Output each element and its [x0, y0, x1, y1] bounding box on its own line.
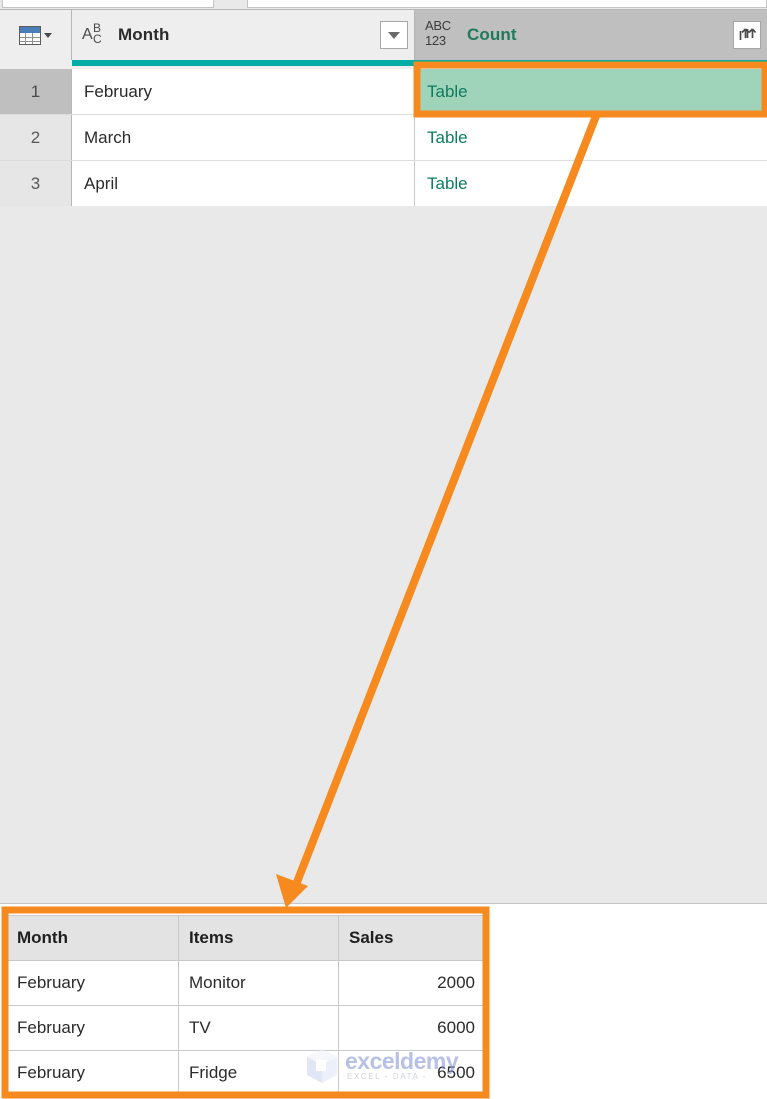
column-header-month[interactable]: ABC Month — [72, 10, 415, 60]
query-preview-grid: ABC Month ABC 123 Count 1 February Table… — [0, 9, 767, 207]
expand-columns-icon — [739, 28, 756, 40]
abc123-any-type-icon: ABC 123 — [425, 18, 451, 48]
result-cell-sales: 2000 — [338, 960, 486, 1006]
quality-bar-month — [72, 60, 415, 66]
result-preview-panel: Month Items Sales February Monitor 2000 … — [0, 903, 767, 1099]
result-table-row: February TV 6000 — [6, 1005, 486, 1051]
cell-month[interactable]: April — [72, 161, 415, 206]
cell-month[interactable]: March — [72, 115, 415, 160]
grid-body: 1 February Table 2 March Table 3 April T… — [0, 69, 767, 207]
cell-month[interactable]: February — [72, 69, 415, 114]
abc-text-type-icon: ABC — [82, 21, 102, 46]
cell-count-table-link[interactable]: Table — [415, 161, 767, 206]
result-cell-month: February — [6, 1005, 179, 1051]
quality-bar-count — [415, 60, 767, 66]
cell-count-table-link[interactable]: Table — [415, 115, 767, 160]
table-row[interactable]: 2 March Table — [0, 115, 767, 161]
result-table: Month Items Sales February Monitor 2000 … — [6, 915, 486, 1096]
table-chooser-cell[interactable] — [0, 10, 72, 60]
result-table-header-row: Month Items Sales — [6, 915, 486, 961]
result-cell-sales: 6000 — [338, 1005, 486, 1051]
row-number: 1 — [0, 69, 72, 114]
column-filter-button-month[interactable] — [380, 21, 408, 49]
result-table-row: February Fridge 6500 — [6, 1050, 486, 1096]
result-table-row: February Monitor 2000 — [6, 960, 486, 1006]
cell-count-table-link[interactable]: Table — [415, 69, 767, 114]
top-partial-strip — [0, 0, 767, 9]
column-header-month-label: Month — [118, 25, 170, 44]
result-cell-month: February — [6, 960, 179, 1006]
table-row[interactable]: 1 February Table — [0, 69, 767, 115]
chevron-down-icon — [44, 32, 52, 38]
row-number: 2 — [0, 115, 72, 160]
result-cell-items: TV — [178, 1005, 339, 1051]
column-quality-bar — [0, 60, 767, 69]
formula-bar-left-remnant[interactable] — [2, 0, 214, 8]
expand-columns-button[interactable] — [733, 21, 761, 49]
table-chooser-control[interactable] — [19, 25, 52, 45]
column-header-count[interactable]: ABC 123 Count — [415, 10, 767, 60]
result-header-month: Month — [6, 915, 179, 961]
result-cell-month: February — [6, 1050, 179, 1096]
result-cell-items: Fridge — [178, 1050, 339, 1096]
grid-header-row: ABC Month ABC 123 Count — [0, 10, 767, 60]
result-cell-sales: 6500 — [338, 1050, 486, 1096]
formula-bar-right-remnant[interactable] — [247, 0, 767, 8]
result-cell-items: Monitor — [178, 960, 339, 1006]
row-number: 3 — [0, 161, 72, 206]
result-header-sales: Sales — [338, 915, 486, 961]
column-header-count-label: Count — [467, 25, 517, 44]
chevron-down-icon — [388, 31, 400, 39]
result-header-items: Items — [178, 915, 339, 961]
table-row[interactable]: 3 April Table — [0, 161, 767, 207]
table-grid-icon — [19, 25, 41, 45]
empty-canvas-area — [0, 206, 767, 903]
